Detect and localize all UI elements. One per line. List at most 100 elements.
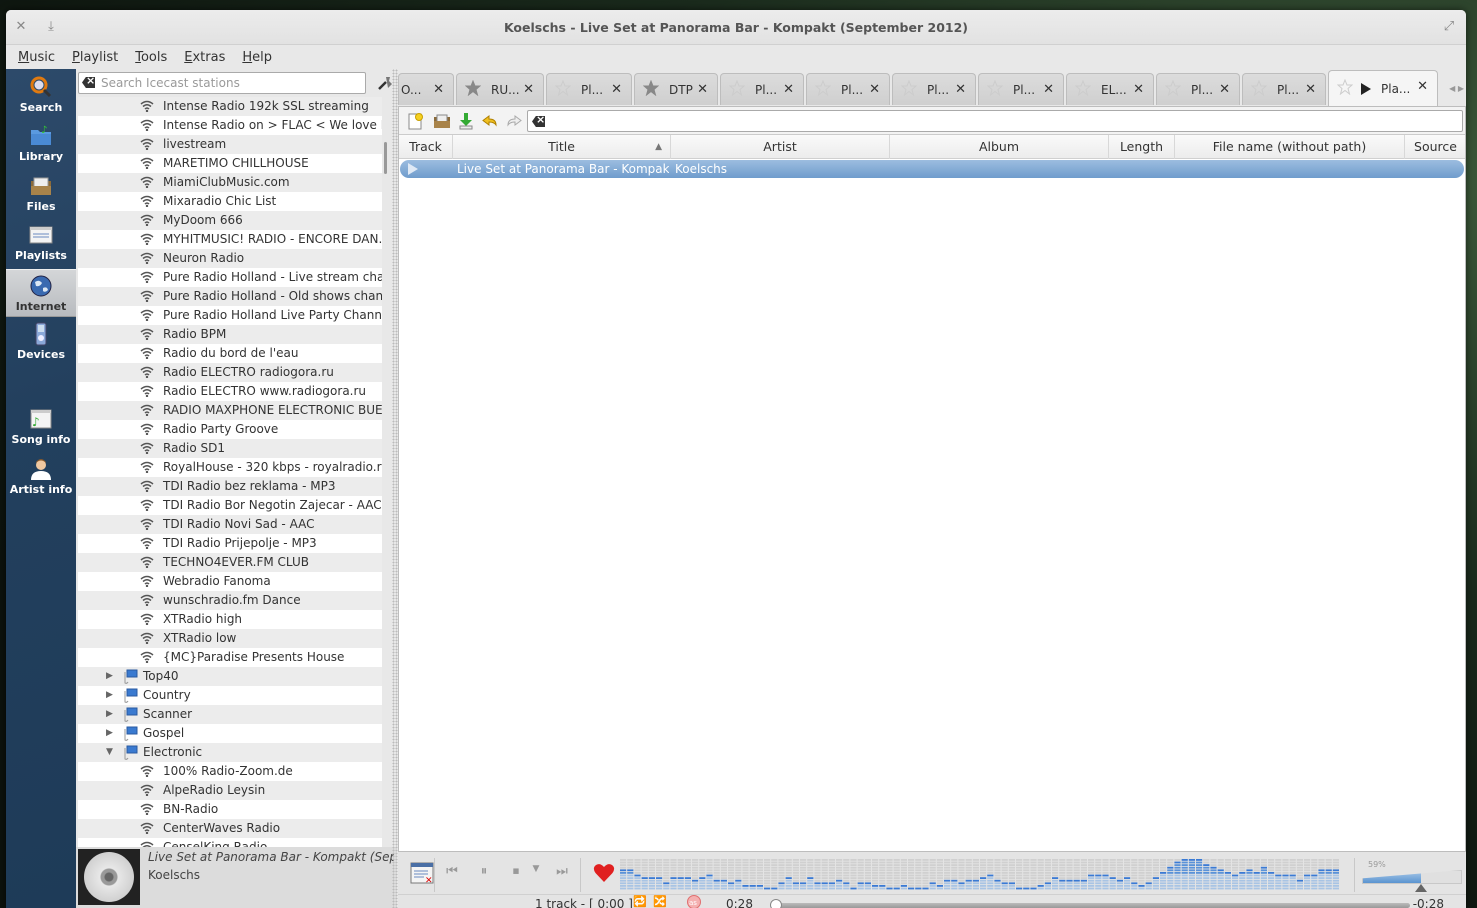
playlist-tab[interactable]: Pl... ✕ [806, 73, 890, 105]
clear-playlist-icon[interactable]: ✕ [410, 861, 434, 886]
playlist-tab[interactable]: Pl... ✕ [1156, 73, 1240, 105]
favorite-star-empty-icon[interactable] [1329, 78, 1354, 98]
volume-slider[interactable]: 59% [1362, 860, 1462, 894]
playlist-tab[interactable]: O... ✕ [398, 73, 454, 105]
lastfm-scrobble-icon[interactable]: as [684, 895, 704, 908]
tree-station[interactable]: livestream [78, 135, 382, 154]
tree-station[interactable]: MiamiClubMusic.com [78, 173, 382, 192]
tree-station[interactable]: Radio BPM [78, 325, 382, 344]
tree-station[interactable]: Neuron Radio [78, 249, 382, 268]
column-header-title[interactable]: Title ▲ [453, 135, 671, 159]
tree-station[interactable]: TDI Radio Bor Negotin Zajecar - AAC [78, 496, 382, 515]
column-header-length[interactable]: Length [1109, 135, 1175, 159]
tree-station[interactable]: RADIO MAXPHONE ELECTRONIC BUE... [78, 401, 382, 420]
sidebar-item-playlists[interactable]: Playlists [6, 219, 76, 267]
tree-category[interactable]: ▶ Gospel [78, 724, 382, 743]
close-tab-icon[interactable]: ✕ [783, 82, 794, 97]
tree-category[interactable]: ▶ Country [78, 686, 382, 705]
window-close-button[interactable]: ✕ [12, 18, 30, 36]
playlist-filter-input[interactable] [527, 110, 1463, 132]
favorite-star-filled-icon[interactable] [635, 79, 660, 99]
close-tab-icon[interactable]: ✕ [697, 82, 708, 97]
menu-help[interactable]: Help [242, 50, 272, 65]
favorite-star-empty-icon[interactable] [1243, 79, 1268, 99]
tree-station[interactable]: RoyalHouse - 320 kbps - royalradio.ru [78, 458, 382, 477]
close-tab-icon[interactable]: ✕ [433, 82, 444, 97]
volume-track[interactable] [1362, 870, 1462, 884]
shuffle-icon[interactable]: 🔀 [650, 895, 670, 908]
playlist-tab[interactable]: Pl... ✕ [892, 73, 976, 105]
tree-station[interactable]: MyDoom 666 [78, 211, 382, 230]
tree-station[interactable]: MYHITMUSIC! RADIO - ENCORE DAN... [78, 230, 382, 249]
playlist-row[interactable]: Live Set at Panorama Bar - Kompakt ... Ko… [400, 160, 1464, 178]
tree-station[interactable]: CenterWaves Radio [78, 819, 382, 838]
tree-station[interactable]: TDI Radio Novi Sad - AAC [78, 515, 382, 534]
playlist-tab[interactable]: Pl... ✕ [1242, 73, 1326, 105]
expanded-arrow-icon[interactable]: ▼ [106, 743, 113, 762]
window-minimize-button[interactable]: ⤓ [42, 18, 60, 36]
playlist-tab[interactable]: Pl... ✕ [546, 73, 632, 105]
volume-handle[interactable] [1415, 884, 1427, 892]
station-search-input[interactable] [78, 72, 366, 94]
stop-button[interactable]: ⏹ [506, 864, 526, 882]
favorite-star-empty-icon[interactable] [1067, 79, 1092, 99]
sidebar-item-files[interactable]: Files [6, 170, 76, 218]
collapsed-arrow-icon[interactable]: ▶ [106, 705, 113, 724]
tree-station[interactable]: Webradio Fanoma [78, 572, 382, 591]
tree-station[interactable]: TDI Radio bez reklama - MP3 [78, 477, 382, 496]
close-tab-icon[interactable]: ✕ [955, 82, 966, 97]
close-tab-icon[interactable]: ✕ [523, 82, 534, 97]
station-tree-scrollbar[interactable] [384, 97, 390, 847]
tree-station[interactable]: MARETIMO CHILLHOUSE [78, 154, 382, 173]
column-header-track[interactable]: Track [399, 135, 453, 159]
tree-station[interactable]: AlpeRadio Leysin [78, 781, 382, 800]
new-playlist-icon[interactable] [407, 112, 425, 130]
tree-station[interactable]: Mixaradio Chic List [78, 192, 382, 211]
tab-scroll-arrows[interactable]: ◀ ▶ [1449, 84, 1464, 93]
sidebar-item-artist-info[interactable]: Artist info [6, 453, 76, 501]
close-tab-icon[interactable]: ✕ [869, 82, 880, 97]
playlist-tab[interactable]: Pl... ✕ [720, 73, 804, 105]
love-button[interactable] [593, 862, 615, 884]
tree-station[interactable]: Radio du bord de l'eau [78, 344, 382, 363]
playlist-tab[interactable]: EL... ✕ [1066, 73, 1154, 105]
playlist-tab[interactable]: Pla... ✕ [1328, 70, 1438, 106]
tree-category[interactable]: ▶ Top40 [78, 667, 382, 686]
close-tab-icon[interactable]: ✕ [1043, 82, 1054, 97]
tree-station[interactable]: Pure Radio Holland - Live stream cha... [78, 268, 382, 287]
next-track-button[interactable]: ⏭ [552, 864, 572, 882]
sidebar-item-search[interactable]: Search [6, 71, 76, 119]
collapsed-arrow-icon[interactable]: ▶ [106, 724, 113, 743]
column-header-artist[interactable]: Artist [671, 135, 890, 159]
tree-station[interactable]: Pure Radio Holland - Old shows chan... [78, 287, 382, 306]
close-tab-icon[interactable]: ✕ [1219, 82, 1230, 97]
redo-icon[interactable] [505, 112, 523, 130]
tree-station[interactable]: Pure Radio Holland Live Party Chann... [78, 306, 382, 325]
favorite-star-empty-icon[interactable] [893, 79, 918, 99]
menu-extras[interactable]: Extras [184, 50, 225, 65]
favorite-star-empty-icon[interactable] [1157, 79, 1182, 99]
favorite-star-empty-icon[interactable] [979, 79, 1004, 99]
clear-filter-icon[interactable] [532, 116, 545, 127]
close-tab-icon[interactable]: ✕ [1133, 82, 1144, 97]
undo-icon[interactable] [481, 112, 499, 130]
favorite-star-empty-icon[interactable] [547, 79, 572, 99]
tree-station[interactable]: TDI Radio Prijepolje - MP3 [78, 534, 382, 553]
menu-music[interactable]: Music [18, 50, 55, 65]
window-maximize-button[interactable]: ⤢ [1440, 18, 1458, 36]
close-tab-icon[interactable]: ✕ [611, 82, 622, 97]
tree-category[interactable]: ▶ Scanner [78, 705, 382, 724]
tree-category[interactable]: ▼ Electronic [78, 743, 382, 762]
tree-station[interactable]: Radio SD1 [78, 439, 382, 458]
close-tab-icon[interactable]: ✕ [1417, 79, 1428, 94]
playlist-tab[interactable]: Pl... ✕ [978, 73, 1064, 105]
spectrum-analyzer[interactable] [620, 859, 1350, 893]
playlist-tab[interactable]: DTP ✕ [634, 73, 718, 105]
tree-station[interactable]: 100% Radio-Zoom.de [78, 762, 382, 781]
column-header-source[interactable]: Source [1405, 135, 1466, 159]
sidebar-item-song-info[interactable]: ♪ Song info [6, 403, 76, 451]
tree-station[interactable]: CenselKing Radio [78, 838, 382, 847]
tree-station[interactable]: BN-Radio [78, 800, 382, 819]
previous-track-button[interactable]: ⏮ [442, 864, 462, 882]
repeat-icon[interactable]: 🔁 [630, 895, 650, 908]
